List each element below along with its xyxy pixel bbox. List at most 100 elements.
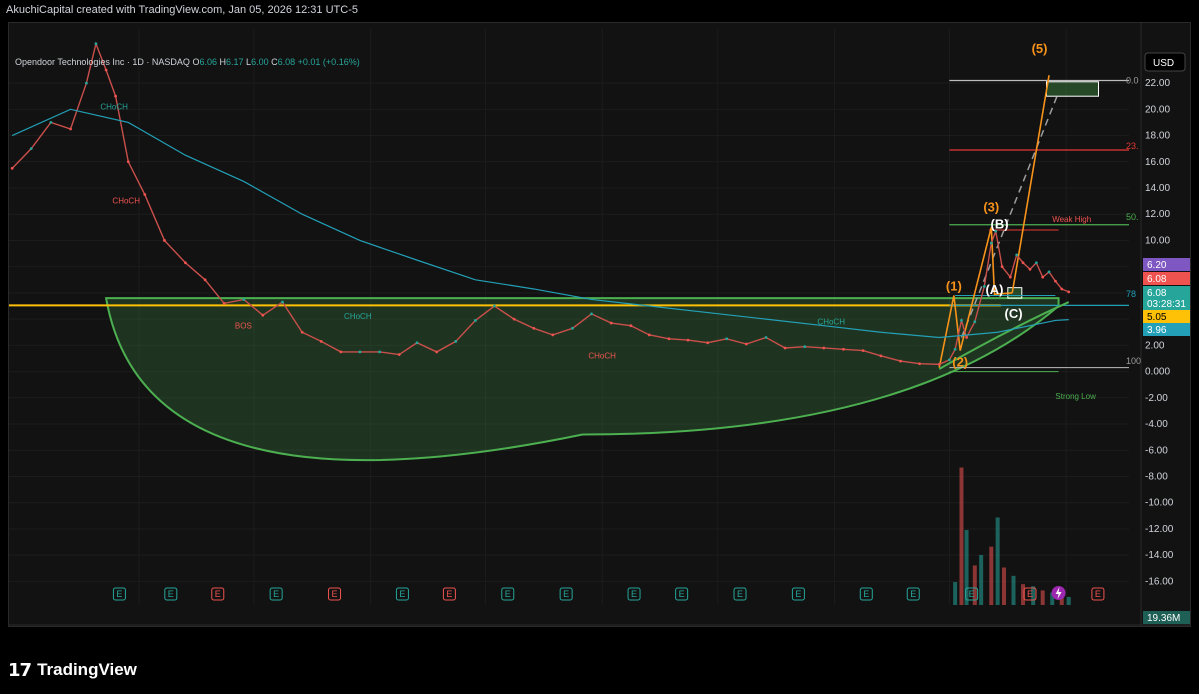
volume-bar [979,555,984,605]
chart-panel[interactable]: 0.0 23. 50. 78 100 E E E E E E E E E E E E E E E E E E CHoCH C… [8,22,1191,627]
wave-label: (3) [983,200,999,215]
price-point [918,362,921,366]
screenshot-frame: AkuchiCapital created with TradingView.c… [0,0,1199,694]
price-point [94,42,98,46]
price-point [397,353,401,356]
volume-tag-label: 19.36M [1147,613,1180,624]
price-point [415,341,419,345]
price-point [1067,290,1071,294]
price-point [1034,261,1038,265]
volume-bar [959,467,964,605]
price-tick: -2.00 [1145,393,1168,404]
price-tick: 0.000 [1145,367,1170,378]
earnings-letter: E [910,589,916,599]
earnings-letter: E [116,589,122,599]
price-point [1008,275,1012,279]
wave-label: (2) [952,354,968,369]
earnings-letter: E [505,589,511,599]
price-point [948,358,951,362]
price-point [319,340,323,343]
price-point [532,326,536,330]
price-point [126,160,130,164]
price-tick: -6.00 [1145,445,1168,456]
structure-label: BOS [235,321,252,330]
price-point [706,341,710,345]
earnings-letter: E [446,589,452,599]
price-point [378,350,381,354]
structure-label: CHoCH [100,102,128,111]
price-point [1047,270,1051,274]
price-point [281,300,284,304]
earnings-letter: E [795,589,801,599]
earnings-letter: E [399,589,405,599]
price-point [960,319,963,322]
price-tick: 10.00 [1145,235,1170,246]
price-point [242,298,246,301]
price-point [435,350,439,354]
price-point [803,345,807,349]
price-point [647,333,651,337]
time-axis: 2022Jul2023Jul2024Jul2025Jul2026 [9,624,1190,626]
price-point [551,333,555,337]
volume-bar [953,582,958,605]
symbol-legend[interactable]: Opendoor Technologies Inc · 1D · NASDAQ … [15,57,360,67]
price-tick: 12.00 [1145,209,1170,220]
price-point [1021,261,1025,265]
price-tick: 22.00 [1145,78,1170,89]
close-value: 6.08 [277,57,296,67]
earnings-letter: E [1095,589,1101,599]
price-point [29,147,33,151]
price-point [667,337,671,341]
price-point [899,359,902,363]
price-point [1053,279,1057,283]
currency-label: USD [1153,58,1174,69]
price-tick: -10.00 [1145,498,1174,509]
low-value: 6.00 [251,57,269,67]
target-zone-box [1046,81,1100,97]
wave-label: (A) [985,282,1003,297]
structure-label: CHoCH [588,351,616,360]
earnings-letter: E [273,589,279,599]
price-point [629,324,633,328]
earnings-letter: E [563,589,569,599]
price-point [114,94,118,98]
price-tick: 20.00 [1145,104,1170,115]
price-tick: -4.00 [1145,419,1168,430]
price-tick: -8.00 [1145,471,1168,482]
fib-level-label: 78 [1126,289,1136,299]
price-point [861,349,865,353]
price-point [203,278,207,282]
volume-bar [972,565,977,605]
price-point [686,338,690,342]
volume-bar [1066,596,1071,605]
price-tick: 18.00 [1145,131,1170,142]
volume-bar [1040,590,1045,605]
open-value: 6.06 [199,57,217,67]
tradingview-wordmark: TradingView [37,660,137,679]
price-chart[interactable]: 0.0 23. 50. 78 100 E E E E E E E E E E E E E E E E E E CHoCH C… [9,23,1191,627]
price-point [783,346,787,350]
fib-level-label: 0.0 [1126,75,1139,85]
fib-level-label: 23. [1126,141,1139,151]
price-tag-label: 03:28:31 [1147,299,1186,310]
wave-label: (B) [991,217,1009,232]
earnings-letter: E [679,589,685,599]
earnings-letter: E [969,589,975,599]
earnings-letter: E [863,589,869,599]
price-point [989,241,993,245]
earnings-letter: E [1027,589,1033,599]
symbol-title: Opendoor Technologies Inc · 1D · NASDAQ [15,57,190,67]
price-point [474,319,477,322]
wave-label: (C) [1004,306,1022,321]
fib-level-label: 100 [1126,356,1141,366]
earnings-letter: E [737,589,743,599]
price-point [10,166,14,170]
structure-label: CHoCH [817,317,845,326]
price-point [965,336,968,339]
price-point [49,121,53,124]
earnings-letter: E [215,589,221,599]
price-point [493,304,496,308]
price-tag-label: 3.96 [1147,325,1167,336]
price-tag-label: 6.08 [1147,274,1167,285]
price-point [822,346,826,350]
